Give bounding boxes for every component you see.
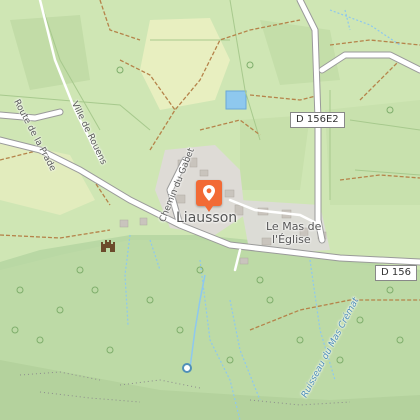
location-pin-icon xyxy=(203,185,215,201)
hamlet-label-line1[interactable]: Le Mas de xyxy=(266,220,321,233)
hamlet-label-line2[interactable]: l'Église xyxy=(272,233,311,246)
map-canvas[interactable]: D 156E2 D 156 Route de la Prade Ville de… xyxy=(0,0,420,420)
road-badge-d156: D 156 xyxy=(375,265,417,281)
road-badge-d156e2: D 156E2 xyxy=(290,112,345,128)
castle-icon[interactable] xyxy=(100,238,116,252)
location-pin-marker[interactable] xyxy=(196,180,222,212)
spring-icon[interactable] xyxy=(181,362,193,374)
village-label[interactable]: Liausson xyxy=(176,210,237,226)
